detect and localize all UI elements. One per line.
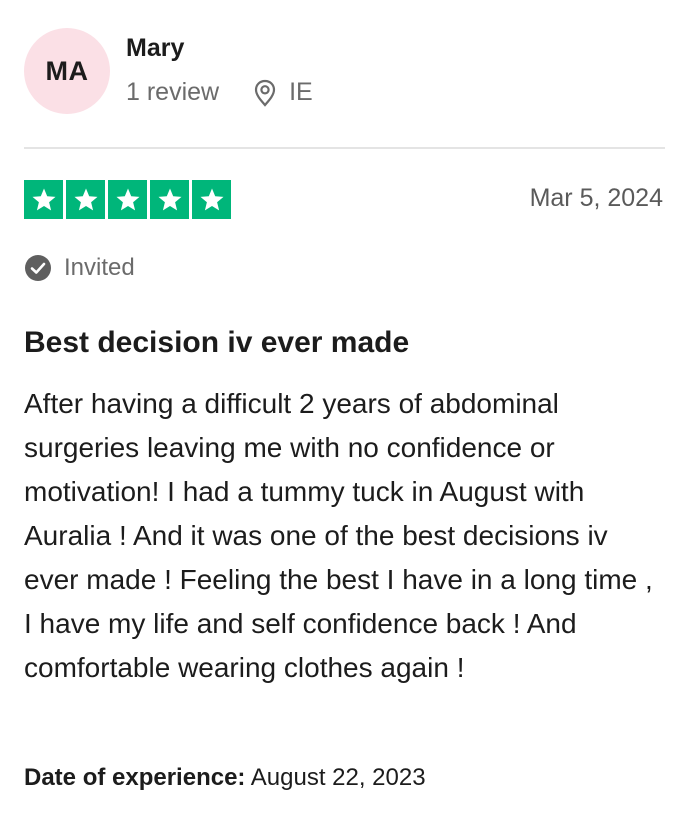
check-circle-icon	[24, 254, 52, 282]
divider	[24, 147, 665, 149]
reviewer-meta: 1 review IE	[126, 78, 313, 107]
review-date: Mar 5, 2024	[529, 184, 663, 212]
date-of-experience: Date of experience: August 22, 2023	[24, 764, 426, 792]
reviewer-location: IE	[253, 78, 313, 107]
review-count: 1 review	[126, 78, 220, 106]
location-label: IE	[289, 78, 313, 106]
review-body: After having a difficult 2 years of abdo…	[24, 388, 653, 683]
review-title[interactable]: Best decision iv ever made	[24, 326, 409, 360]
avatar[interactable]: MA	[24, 28, 110, 114]
star-icon	[108, 180, 147, 219]
star-icon	[24, 180, 63, 219]
star-icon	[192, 180, 231, 219]
reviewer-header: MA Mary 1 review IE	[24, 28, 664, 118]
map-pin-icon	[253, 79, 277, 107]
star-icon	[66, 180, 105, 219]
experience-date: August 22, 2023	[250, 764, 426, 791]
star-rating	[24, 180, 231, 219]
experience-label: Date of experience:	[24, 764, 246, 791]
invited-badge[interactable]: Invited	[24, 254, 135, 282]
star-icon	[150, 180, 189, 219]
invited-label: Invited	[64, 254, 135, 281]
reviewer-name[interactable]: Mary	[126, 34, 184, 63]
